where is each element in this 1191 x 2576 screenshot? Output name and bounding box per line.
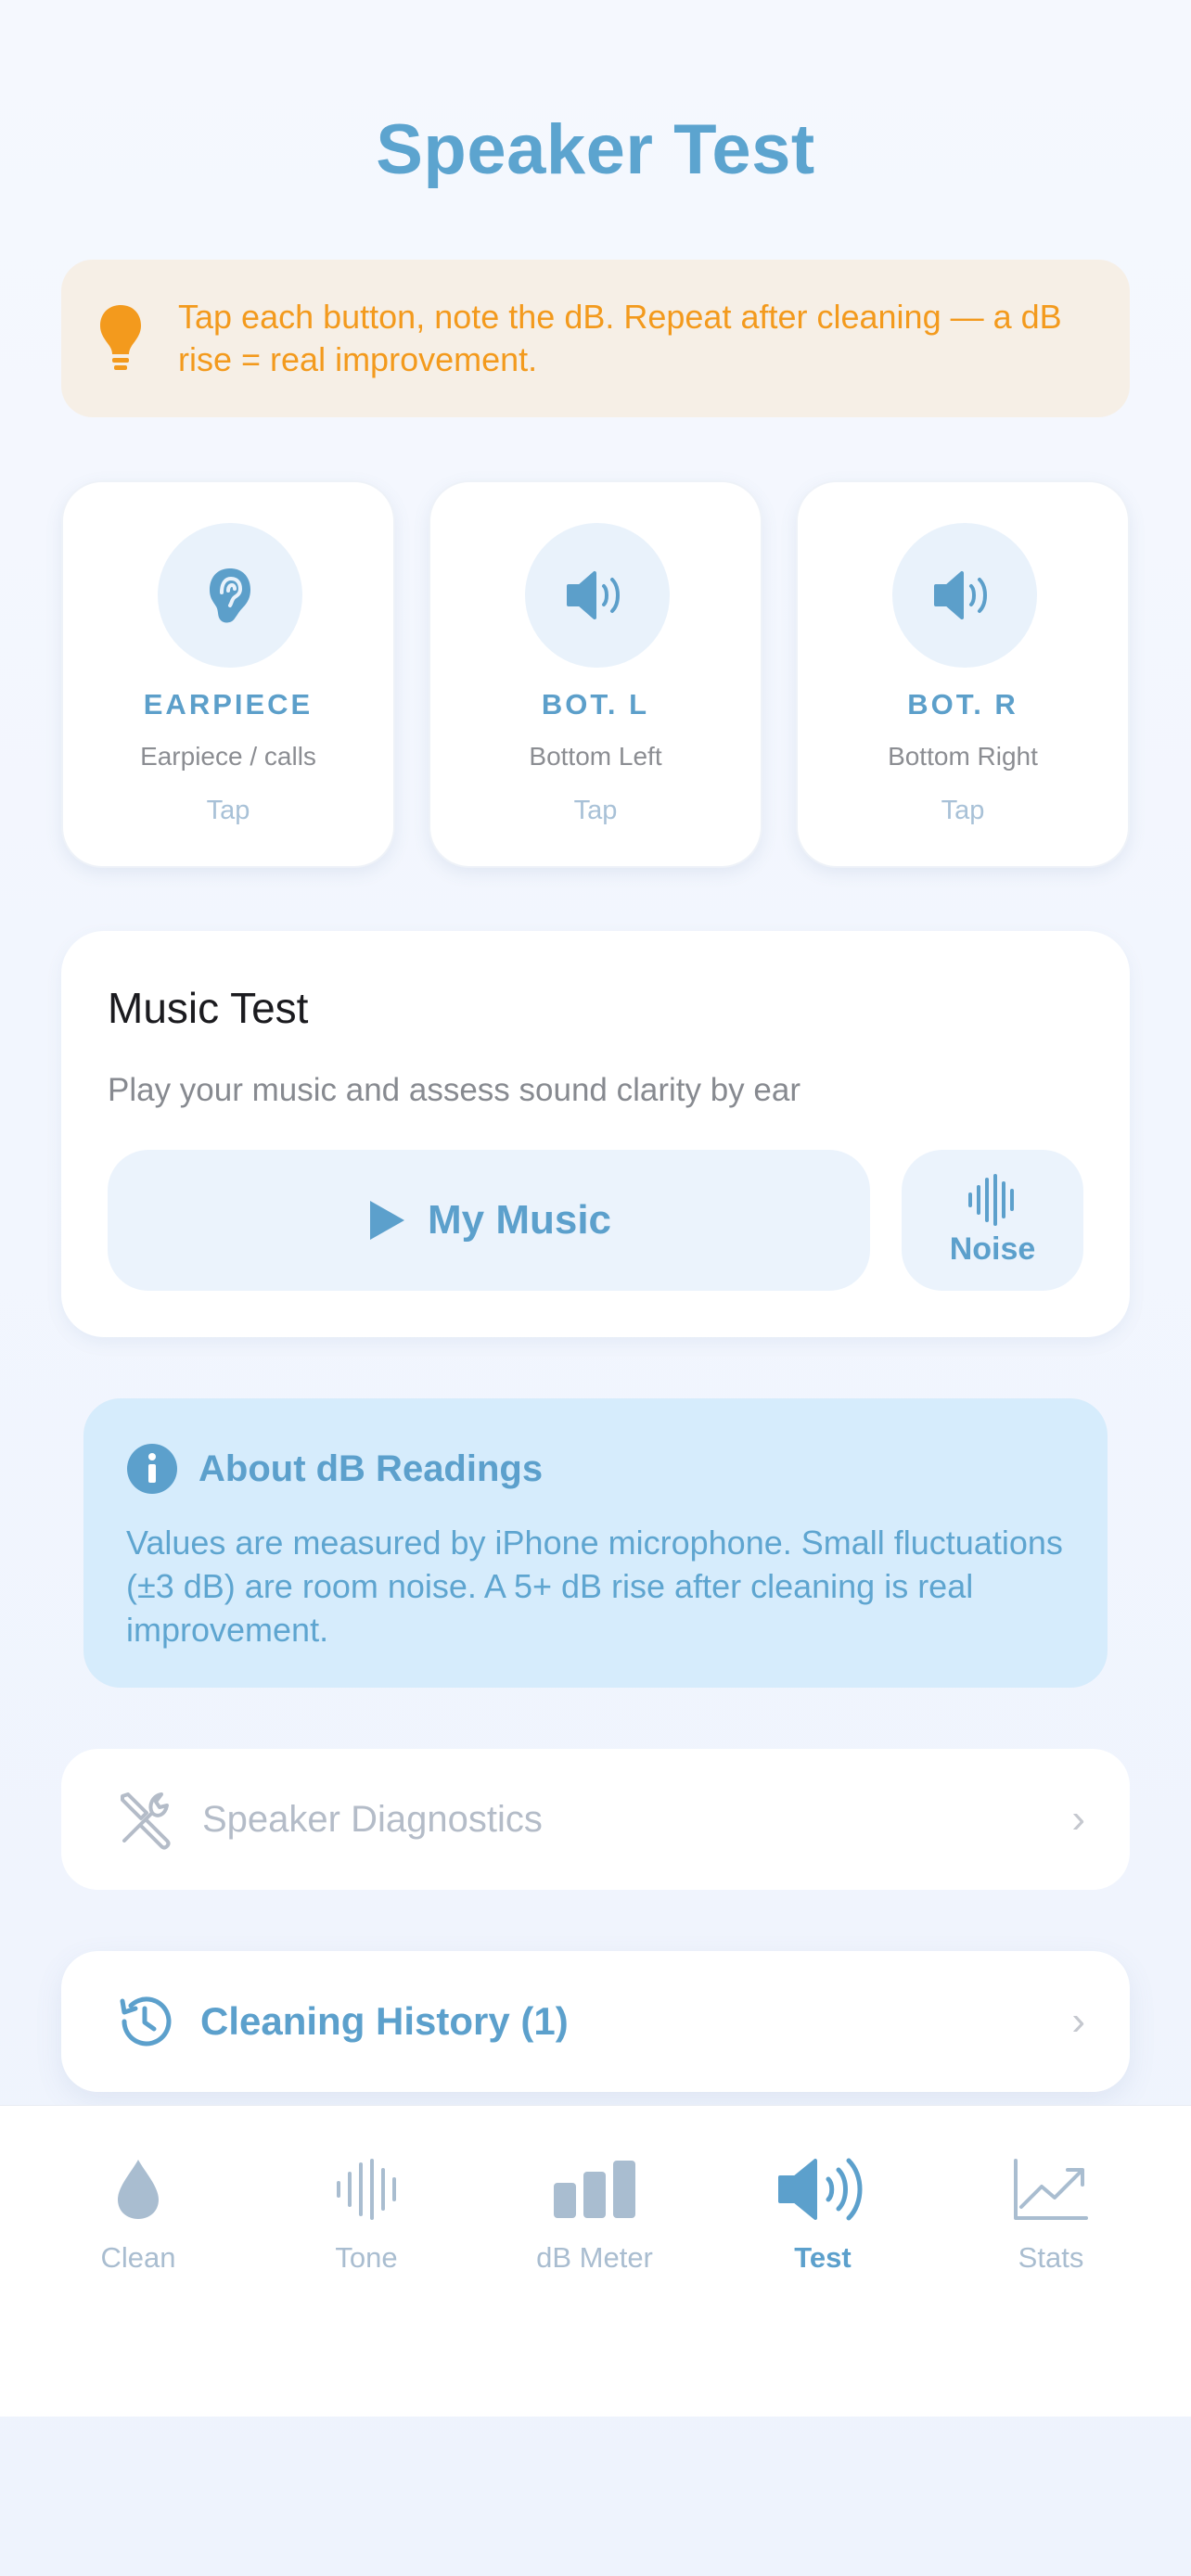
waveform-icon — [968, 1173, 1014, 1226]
speaker-diagnostics-row[interactable]: Speaker Diagnostics › — [61, 1749, 1130, 1890]
speaker-name: BOT. L — [541, 688, 650, 721]
chevron-right-icon: › — [1071, 1998, 1085, 2044]
speaker-diagnostics-label: Speaker Diagnostics — [202, 1798, 543, 1840]
tab-clean[interactable]: Clean — [24, 2106, 252, 2291]
tab-stats[interactable]: Stats — [937, 2106, 1165, 2291]
history-icon — [120, 1996, 172, 2047]
speaker-tap-label: Tap — [941, 796, 985, 825]
bars-icon — [554, 2161, 635, 2218]
chevron-right-icon: › — [1071, 1796, 1085, 1842]
tab-db-meter[interactable]: dB Meter — [480, 2106, 709, 2291]
info-icon — [127, 1444, 177, 1494]
cleaning-history-row[interactable]: Cleaning History (1) › — [61, 1951, 1130, 2092]
ear-icon — [210, 568, 250, 623]
tab-tone[interactable]: Tone — [252, 2106, 480, 2291]
bottom-left-icon-circle — [525, 523, 670, 668]
tab-label: dB Meter — [536, 2241, 653, 2274]
waveform-icon — [337, 2159, 396, 2220]
speaker-name: BOT. R — [907, 688, 1018, 721]
bottom-right-icon-circle — [892, 523, 1037, 668]
tab-label: Stats — [1018, 2241, 1084, 2274]
speaker-wave-icon — [778, 2158, 863, 2221]
about-db-text: Values are measured by iPhone microphone… — [126, 1524, 1063, 1649]
speaker-icon — [934, 571, 987, 619]
earpiece-button[interactable]: EARPIECE Earpiece / calls Tap — [61, 480, 395, 868]
tip-text: Tap each button, note the dB. Repeat aft… — [178, 298, 1062, 378]
chart-icon — [1014, 2159, 1088, 2220]
speaker-tap-label: Tap — [573, 796, 618, 825]
tip-banner: Tap each button, note the dB. Repeat aft… — [61, 260, 1130, 417]
about-db-card: About dB Readings Values are measured by… — [83, 1398, 1108, 1688]
noise-button[interactable]: Noise — [902, 1150, 1083, 1291]
speaker-buttons: EARPIECE Earpiece / calls Tap BOT. L Bot… — [61, 480, 1130, 868]
bottom-right-speaker-button[interactable]: BOT. R Bottom Right Tap — [796, 480, 1130, 868]
tab-bar: Clean Tone dB Meter Test Stats — [0, 2105, 1191, 2417]
tab-label: Test — [794, 2241, 852, 2274]
speaker-name: EARPIECE — [143, 688, 314, 721]
about-db-title: About dB Readings — [198, 1447, 544, 1489]
lightbulb-icon — [100, 305, 141, 370]
music-test-card: Music Test Play your music and assess so… — [61, 931, 1130, 1337]
music-test-title: Music Test — [108, 984, 309, 1032]
earpiece-icon-circle — [158, 523, 302, 668]
cleaning-history-label: Cleaning History (1) — [200, 1999, 569, 2043]
play-icon — [369, 1201, 404, 1240]
tab-test[interactable]: Test — [709, 2106, 937, 2291]
tools-icon — [121, 1792, 171, 1850]
speaker-desc: Bottom Right — [888, 742, 1038, 771]
speaker-desc: Bottom Left — [529, 742, 662, 771]
noise-label: Noise — [949, 1231, 1036, 1267]
bottom-left-speaker-button[interactable]: BOT. L Bottom Left Tap — [429, 480, 762, 868]
speaker-icon — [567, 571, 620, 619]
speaker-desc: Earpiece / calls — [140, 742, 316, 771]
music-test-subtitle: Play your music and assess sound clarity… — [108, 1072, 800, 1108]
tab-label: Clean — [100, 2241, 176, 2274]
speaker-tap-label: Tap — [206, 796, 250, 825]
my-music-button[interactable]: My Music — [108, 1150, 870, 1291]
page-title: Speaker Test — [376, 110, 815, 189]
tab-label: Tone — [335, 2241, 398, 2274]
drop-icon — [118, 2160, 159, 2219]
my-music-label: My Music — [427, 1197, 612, 1243]
